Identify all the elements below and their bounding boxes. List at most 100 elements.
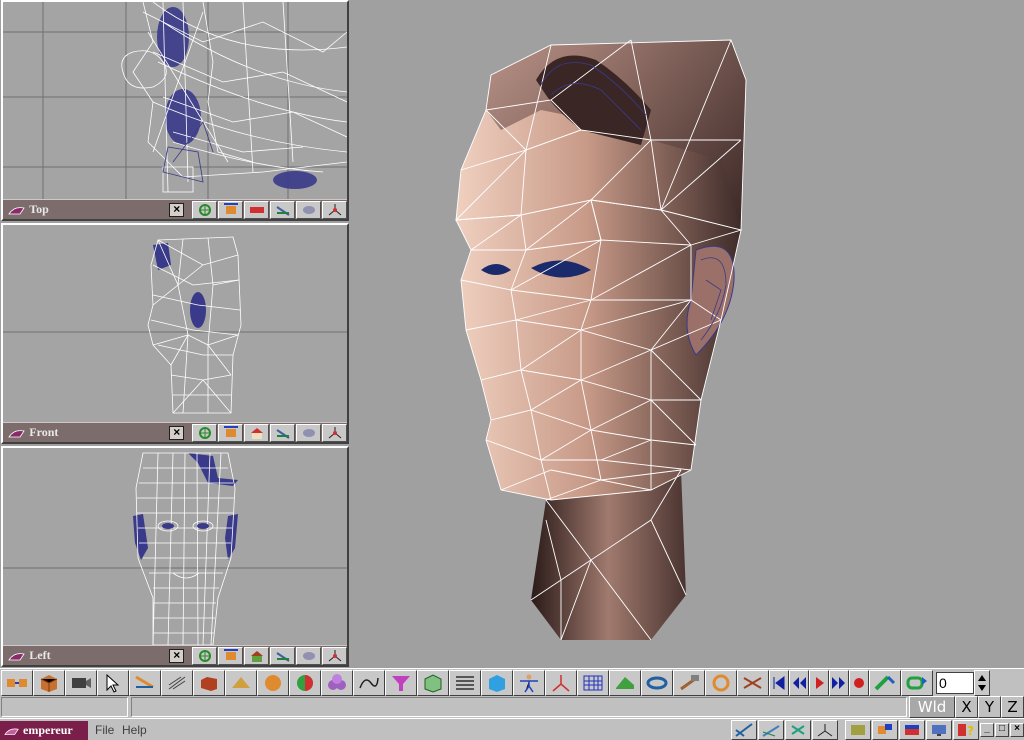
viewport-front-canvas[interactable]: [3, 225, 347, 422]
close-icon[interactable]: ×: [169, 202, 184, 217]
flag-icon[interactable]: [899, 720, 925, 740]
lattice-icon[interactable]: [161, 669, 193, 696]
house-view-icon[interactable]: [244, 646, 269, 665]
viewport-title: Left: [29, 648, 51, 662]
minimize-icon[interactable]: _: [980, 723, 994, 737]
menu-bar: empereur File Help ? _ □ ×: [0, 718, 1024, 740]
box-icon[interactable]: [193, 669, 225, 696]
cube-icon[interactable]: [33, 669, 65, 696]
render-icon[interactable]: [872, 720, 898, 740]
app-name: empereur: [23, 723, 73, 737]
zoom-tool-icon[interactable]: [296, 646, 321, 665]
rotate-tool-icon[interactable]: [218, 423, 243, 442]
material-icon[interactable]: [289, 669, 321, 696]
rotate-tool-icon[interactable]: [218, 646, 243, 665]
viewport-top[interactable]: Top ×: [1, 0, 349, 221]
box-3d-icon[interactable]: [481, 669, 513, 696]
cube-faces-icon[interactable]: [417, 669, 449, 696]
select-arrow-icon[interactable]: [97, 669, 129, 696]
app-logo-icon: [6, 648, 27, 664]
menu-help[interactable]: Help: [122, 723, 147, 737]
close-icon[interactable]: ×: [169, 425, 184, 440]
sphere-icon[interactable]: [257, 669, 289, 696]
viewport-top-titlebar: Top ×: [3, 199, 347, 219]
viewport-top-canvas[interactable]: [3, 2, 347, 199]
link-icon[interactable]: [737, 669, 769, 696]
zoom-tool-icon[interactable]: [296, 423, 321, 442]
axis-tool-icon[interactable]: [322, 200, 347, 219]
help-icon[interactable]: ?: [953, 720, 979, 740]
axis-y-button[interactable]: Y: [978, 696, 1001, 718]
monitor-icon[interactable]: [926, 720, 952, 740]
landscape-icon[interactable]: [609, 669, 641, 696]
rotate-tool-icon[interactable]: [218, 200, 243, 219]
keyframe-icon[interactable]: [869, 669, 901, 696]
funnel-icon[interactable]: [385, 669, 417, 696]
blob-icon[interactable]: [321, 669, 353, 696]
skip-start-icon[interactable]: [769, 669, 789, 696]
rewind-icon[interactable]: [789, 669, 809, 696]
axes-icon[interactable]: [545, 669, 577, 696]
axis-selector: Wld X Y Z: [909, 696, 1024, 718]
prism-icon[interactable]: [225, 669, 257, 696]
figure-icon[interactable]: [513, 669, 545, 696]
scale-tool-icon[interactable]: [244, 200, 269, 219]
play-icon[interactable]: [809, 669, 829, 696]
brush-tool-icon[interactable]: [758, 720, 784, 740]
record-icon[interactable]: [849, 669, 869, 696]
axis-z-button[interactable]: Z: [1001, 696, 1024, 718]
pan-tool-icon[interactable]: [270, 646, 295, 665]
camera-icon[interactable]: [65, 669, 97, 696]
viewport-left-canvas[interactable]: [3, 448, 347, 645]
scatter-tool-icon[interactable]: [785, 720, 811, 740]
move-tool-icon[interactable]: [192, 200, 217, 219]
app-logo-icon: [6, 202, 27, 218]
texture-icon[interactable]: [845, 720, 871, 740]
pan-tool-icon[interactable]: [270, 200, 295, 219]
frame-number-input[interactable]: [936, 671, 974, 694]
list-icon[interactable]: [449, 669, 481, 696]
status-bar: Wld X Y Z: [0, 696, 1024, 718]
main-toolbar: [0, 668, 1024, 696]
spline-icon[interactable]: [353, 669, 385, 696]
zoom-tool-icon[interactable]: [296, 200, 321, 219]
viewport-front-titlebar: Front ×: [3, 422, 347, 442]
viewport-title: Top: [29, 202, 49, 216]
loop-icon[interactable]: [901, 669, 933, 696]
grid-icon[interactable]: [577, 669, 609, 696]
menu-file[interactable]: File: [95, 723, 114, 737]
viewport-perspective[interactable]: [351, 0, 1024, 668]
app-title: empereur: [0, 721, 88, 740]
pan-tool-icon[interactable]: [270, 423, 295, 442]
wire-tool-icon[interactable]: [731, 720, 757, 740]
viewport-left[interactable]: Left ×: [1, 446, 349, 667]
ring-icon[interactable]: [705, 669, 737, 696]
restore-icon[interactable]: □: [995, 723, 1009, 737]
axis-x-button[interactable]: X: [955, 696, 978, 718]
status-field-main: [131, 697, 907, 717]
viewport-title: Front: [29, 425, 59, 439]
snap-icon[interactable]: [1, 669, 33, 696]
app-logo-icon: [6, 425, 27, 441]
move-tool-icon[interactable]: [192, 646, 217, 665]
move-tool-icon[interactable]: [192, 423, 217, 442]
quick-tools: ? _ □ ×: [730, 720, 1024, 740]
status-field-left: [1, 697, 128, 717]
hammer-icon[interactable]: [673, 669, 705, 696]
move-icon[interactable]: [129, 669, 161, 696]
frame-spinner-icon[interactable]: [974, 669, 990, 696]
pipe-icon[interactable]: [641, 669, 673, 696]
head-model-render[interactable]: [351, 0, 1024, 668]
axis-tool-icon[interactable]: [322, 646, 347, 665]
fast-forward-icon[interactable]: [829, 669, 849, 696]
app-logo-icon: [4, 728, 19, 735]
axis-tool-icon[interactable]: [322, 423, 347, 442]
close-window-icon[interactable]: ×: [1010, 723, 1024, 737]
svg-text:?: ?: [967, 724, 974, 738]
viewport-front[interactable]: Front ×: [1, 223, 349, 444]
house-view-icon[interactable]: [244, 423, 269, 442]
world-space-button[interactable]: Wld: [909, 696, 955, 718]
viewport-left-titlebar: Left ×: [3, 645, 347, 665]
gizmo-tool-icon[interactable]: [812, 720, 838, 740]
close-icon[interactable]: ×: [169, 648, 184, 663]
